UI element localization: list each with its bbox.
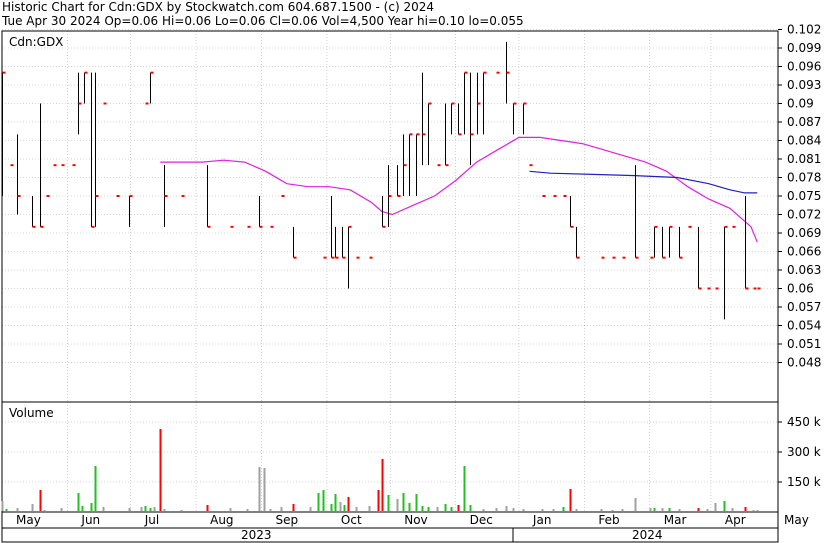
price-bars [2, 41, 761, 320]
price-tick-label: 0.072 [787, 208, 821, 222]
price-tick-label: 0.087 [787, 115, 821, 129]
price-bar [654, 225, 658, 258]
price-tick-label: 0.102 [787, 23, 821, 37]
price-bar [662, 226, 666, 259]
price-tick-label: 0.06 [787, 282, 814, 296]
price-bar [17, 134, 21, 215]
price-bar [342, 226, 346, 259]
year-label: 2024 [632, 528, 663, 542]
price-bar [409, 133, 413, 196]
price-tick-label: 0.063 [787, 263, 821, 277]
price-bar [84, 71, 88, 104]
price-tick-label: 0.09 [787, 97, 814, 111]
price-bar [40, 103, 44, 228]
volume-tick-label: 300 k [787, 445, 821, 459]
volume-tick-label: 450 k [787, 415, 821, 429]
price-bar [513, 102, 517, 135]
month-label: Apr [725, 513, 746, 527]
price-tick-label: 0.081 [787, 152, 821, 166]
price-tick-label: 0.096 [787, 60, 821, 74]
price-tick-label: 0.099 [787, 41, 821, 55]
price-bar [523, 102, 527, 135]
price-bar [576, 226, 580, 259]
price-tick-label: 0.069 [787, 226, 821, 240]
price-bar [397, 165, 401, 197]
price-bar [679, 226, 683, 259]
year-label: 2023 [241, 528, 272, 542]
price-bar [422, 72, 426, 166]
price-tick-label: 0.066 [787, 245, 821, 259]
price-bar [348, 225, 352, 289]
price-bar [635, 165, 639, 259]
month-label: Jun [80, 513, 100, 527]
price-tick-label: 0.054 [787, 319, 821, 333]
price-bar [698, 226, 702, 290]
price-bar [403, 134, 407, 196]
month-label: May [784, 513, 809, 527]
price-bar [470, 72, 474, 166]
price-bar [293, 226, 297, 259]
price-bar [451, 102, 455, 135]
price-bar [506, 41, 510, 104]
price-bar [477, 72, 481, 135]
month-axis-frame [1, 511, 779, 529]
volume-label: Volume [9, 406, 54, 420]
price-tick-label: 0.057 [787, 300, 821, 314]
volume-axis: 450 k 300 k 150 k [778, 415, 821, 489]
price-bar [428, 102, 432, 166]
price-bar [458, 103, 462, 136]
month-label: Jul [144, 513, 159, 527]
month-label: Dec [470, 513, 493, 527]
price-bar [570, 196, 574, 228]
volume-tick-label: 150 k [787, 475, 821, 489]
volume-bars [1, 429, 759, 511]
price-tick-label: 0.048 [787, 356, 821, 370]
price-bar [32, 196, 36, 228]
month-label: Feb [598, 513, 619, 527]
price-tick-label: 0.051 [787, 337, 821, 351]
price-grid [2, 29, 778, 402]
price-tick-label: 0.093 [787, 78, 821, 92]
price-bar [382, 196, 386, 228]
price-bar [331, 196, 335, 259]
price-bar [95, 72, 99, 227]
price-tick-label: 0.075 [787, 189, 821, 203]
price-bar [150, 71, 154, 104]
symbol-label: Cdn:GDX [9, 35, 63, 49]
price-bar [745, 196, 749, 290]
price-axis: 0.102 0.099 0.096 0.093 0.09 0.087 0.084 0.081 0… [778, 23, 821, 370]
volume-grid [2, 402, 778, 512]
moving-average-long-line [529, 170, 758, 194]
month-label: Aug [210, 513, 233, 527]
price-bar [91, 72, 95, 228]
stock-chart: 0.102 0.099 0.096 0.093 0.09 0.087 0.084 0.081 0… [1, 23, 821, 543]
price-bar [335, 226, 339, 259]
month-label: Sep [276, 513, 299, 527]
price-bar [259, 196, 263, 228]
month-axis-labels: May Jun Jul Aug Sep Oct Nov Dec Jan Feb Mar Apr May [16, 513, 809, 527]
price-tick-label: 0.084 [787, 134, 821, 148]
price-bar [724, 225, 728, 320]
month-label: May [16, 513, 41, 527]
month-label: Nov [404, 513, 427, 527]
price-bar [669, 225, 673, 258]
month-label: Jan [532, 513, 552, 527]
month-label: Oct [341, 513, 362, 527]
price-bar [164, 165, 168, 227]
month-label: Mar [664, 513, 687, 527]
price-bar [445, 103, 449, 167]
price-tick-label: 0.078 [787, 171, 821, 185]
price-bar [78, 72, 82, 135]
year-axis-labels: 2023 2024 [241, 528, 663, 542]
price-bar [416, 133, 420, 196]
